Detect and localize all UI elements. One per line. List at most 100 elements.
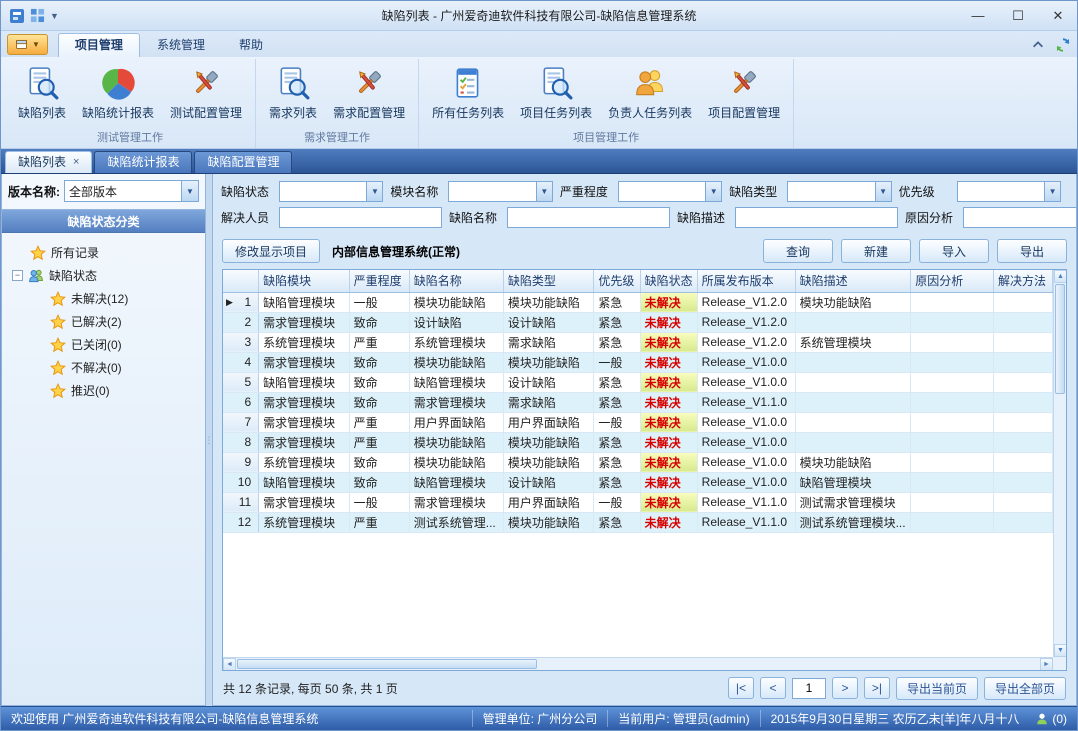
column-header[interactable]: 缺陷模块	[259, 270, 349, 292]
table-row[interactable]: 12系统管理模块严重测试系统管理...模块功能缺陷紧急未解决Release_V1…	[223, 512, 1053, 532]
tree-item[interactable]: −缺陷状态	[6, 264, 201, 287]
maximize-icon[interactable]: ☐	[1007, 8, 1029, 24]
ribbon-button[interactable]: 项目配置管理	[701, 62, 787, 123]
quick-access-dropdown-icon[interactable]: ▼	[50, 11, 59, 21]
export-current-page-button[interactable]: 导出当前页	[896, 677, 978, 700]
ribbon-tab-1[interactable]: 系统管理	[140, 33, 222, 57]
table-row[interactable]: 1▶缺陷管理模块一般模块功能缺陷模块功能缺陷紧急未解决Release_V1.2.…	[223, 292, 1053, 312]
create-button[interactable]: 新建	[841, 239, 911, 263]
row-number-cell[interactable]: 4	[223, 352, 259, 372]
scroll-left-icon[interactable]: ◄	[223, 658, 236, 671]
column-header[interactable]: 缺陷状态	[640, 270, 697, 292]
export-all-pages-button[interactable]: 导出全部页	[984, 677, 1066, 700]
defect-status-filter-select[interactable]: ▼	[279, 181, 383, 202]
table-row[interactable]: 8需求管理模块严重模块功能缺陷模块功能缺陷紧急未解决Release_V1.0.0	[223, 432, 1053, 452]
row-number-cell[interactable]: 9	[223, 452, 259, 472]
ribbon-button[interactable]: 缺陷列表	[11, 62, 73, 123]
prev-page-button[interactable]: <	[760, 677, 786, 699]
column-header[interactable]: 所属发布版本	[697, 270, 795, 292]
table-row[interactable]: 5缺陷管理模块致命缺陷管理模块设计缺陷紧急未解决Release_V1.0.0	[223, 372, 1053, 392]
table-row[interactable]: 10缺陷管理模块致命缺陷管理模块设计缺陷紧急未解决Release_V1.0.0缺…	[223, 472, 1053, 492]
table-row[interactable]: 2需求管理模块致命设计缺陷设计缺陷紧急未解决Release_V1.2.0	[223, 312, 1053, 332]
row-number-cell[interactable]: 8	[223, 432, 259, 452]
row-number-cell[interactable]: 12	[223, 512, 259, 532]
column-header[interactable]: 解决方法	[994, 270, 1053, 292]
doc-tab-2[interactable]: 缺陷配置管理	[194, 151, 292, 173]
ribbon-button[interactable]: 所有任务列表	[425, 62, 511, 123]
horizontal-scroll-thumb[interactable]	[237, 659, 537, 669]
scroll-right-icon[interactable]: ►	[1040, 658, 1053, 671]
export-button[interactable]: 导出	[997, 239, 1067, 263]
app-menu-button[interactable]: ▼	[7, 34, 48, 55]
vertical-scrollbar[interactable]: ▲ ▼	[1053, 270, 1066, 657]
ribbon-tab-2[interactable]: 帮助	[222, 33, 280, 57]
ribbon-button[interactable]: 缺陷统计报表	[75, 62, 161, 123]
tree-item[interactable]: 推迟(0)	[6, 379, 201, 402]
horizontal-scrollbar[interactable]: ◄ ►	[223, 657, 1053, 670]
ribbon-button[interactable]: 需求配置管理	[326, 62, 412, 123]
scroll-down-icon[interactable]: ▼	[1054, 644, 1067, 657]
table-row[interactable]: 4需求管理模块致命模块功能缺陷模块功能缺陷一般未解决Release_V1.0.0	[223, 352, 1053, 372]
dropdown-arrow-icon[interactable]: ▼	[366, 182, 382, 201]
tree-item[interactable]: 已关闭(0)	[6, 333, 201, 356]
modify-columns-button[interactable]: 修改显示项目	[222, 239, 320, 263]
version-select[interactable]: 全部版本 ▼	[64, 180, 199, 202]
dropdown-arrow-icon[interactable]: ▼	[875, 182, 891, 201]
tree-item[interactable]: 所有记录	[6, 241, 201, 264]
ribbon-button[interactable]: 需求列表	[262, 62, 324, 123]
row-number-cell[interactable]: 11	[223, 492, 259, 512]
query-button[interactable]: 查询	[763, 239, 833, 263]
column-header[interactable]: 优先级	[594, 270, 640, 292]
tree-item[interactable]: 不解决(0)	[6, 356, 201, 379]
column-header[interactable]: 缺陷名称	[409, 270, 503, 292]
vertical-scroll-thumb[interactable]	[1055, 284, 1065, 394]
tree-item[interactable]: 未解决(12)	[6, 287, 201, 310]
import-button[interactable]: 导入	[919, 239, 989, 263]
ribbon-button[interactable]: 项目任务列表	[513, 62, 599, 123]
refresh-icon[interactable]	[1055, 37, 1071, 53]
table-row[interactable]: 3系统管理模块严重系统管理模块需求缺陷紧急未解决Release_V1.2.0系统…	[223, 332, 1053, 352]
ribbon-button[interactable]: 测试配置管理	[163, 62, 249, 123]
column-header[interactable]: 严重程度	[349, 270, 409, 292]
last-page-button[interactable]: >|	[864, 677, 890, 699]
table-row[interactable]: 11需求管理模块一般需求管理模块用户界面缺陷一般未解决Release_V1.1.…	[223, 492, 1053, 512]
page-input[interactable]	[792, 678, 826, 699]
collapse-icon[interactable]: −	[12, 270, 23, 281]
defect-type-filter-select[interactable]: ▼	[787, 181, 891, 202]
doc-tab-1[interactable]: 缺陷统计报表	[94, 151, 192, 173]
first-page-button[interactable]: |<	[728, 677, 754, 699]
dropdown-arrow-icon[interactable]: ▼	[536, 182, 552, 201]
scroll-up-icon[interactable]: ▲	[1054, 270, 1067, 283]
module-name-filter-select[interactable]: ▼	[448, 181, 552, 202]
row-number-cell[interactable]: 7	[223, 412, 259, 432]
collapse-ribbon-icon[interactable]	[1031, 38, 1045, 52]
close-tab-icon[interactable]: ×	[73, 152, 79, 173]
doc-tab-0[interactable]: 缺陷列表×	[5, 151, 92, 173]
column-header[interactable]: 缺陷描述	[795, 270, 911, 292]
row-number-cell[interactable]: 1▶	[223, 292, 259, 312]
dropdown-arrow-icon[interactable]: ▼	[1044, 182, 1060, 201]
quick-access-grid-icon[interactable]	[30, 8, 45, 23]
tree-item[interactable]: 已解决(2)	[6, 310, 201, 333]
table-row[interactable]: 9系统管理模块致命模块功能缺陷模块功能缺陷紧急未解决Release_V1.0.0…	[223, 452, 1053, 472]
priority-filter-select[interactable]: ▼	[957, 181, 1061, 202]
severity-filter-select[interactable]: ▼	[618, 181, 722, 202]
version-dropdown-icon[interactable]: ▼	[181, 181, 198, 201]
ribbon-tab-0[interactable]: 项目管理	[58, 33, 140, 57]
row-number-cell[interactable]: 2	[223, 312, 259, 332]
minimize-icon[interactable]: —	[967, 8, 989, 23]
resolver-filter-input[interactable]	[279, 207, 442, 228]
dropdown-arrow-icon[interactable]: ▼	[705, 182, 721, 201]
defect-desc-filter-input[interactable]	[735, 207, 898, 228]
cause-analysis-filter-input[interactable]	[963, 207, 1077, 228]
ribbon-button[interactable]: 负责人任务列表	[601, 62, 699, 123]
close-icon[interactable]: ✕	[1047, 8, 1069, 24]
table-row[interactable]: 7需求管理模块严重用户界面缺陷用户界面缺陷一般未解决Release_V1.0.0	[223, 412, 1053, 432]
column-header[interactable]: 原因分析	[911, 270, 994, 292]
table-row[interactable]: 6需求管理模块致命需求管理模块需求缺陷紧急未解决Release_V1.1.0	[223, 392, 1053, 412]
row-number-cell[interactable]: 5	[223, 372, 259, 392]
row-number-cell[interactable]: 10	[223, 472, 259, 492]
column-header[interactable]: 缺陷类型	[503, 270, 593, 292]
next-page-button[interactable]: >	[832, 677, 858, 699]
defect-name-filter-input[interactable]	[507, 207, 670, 228]
